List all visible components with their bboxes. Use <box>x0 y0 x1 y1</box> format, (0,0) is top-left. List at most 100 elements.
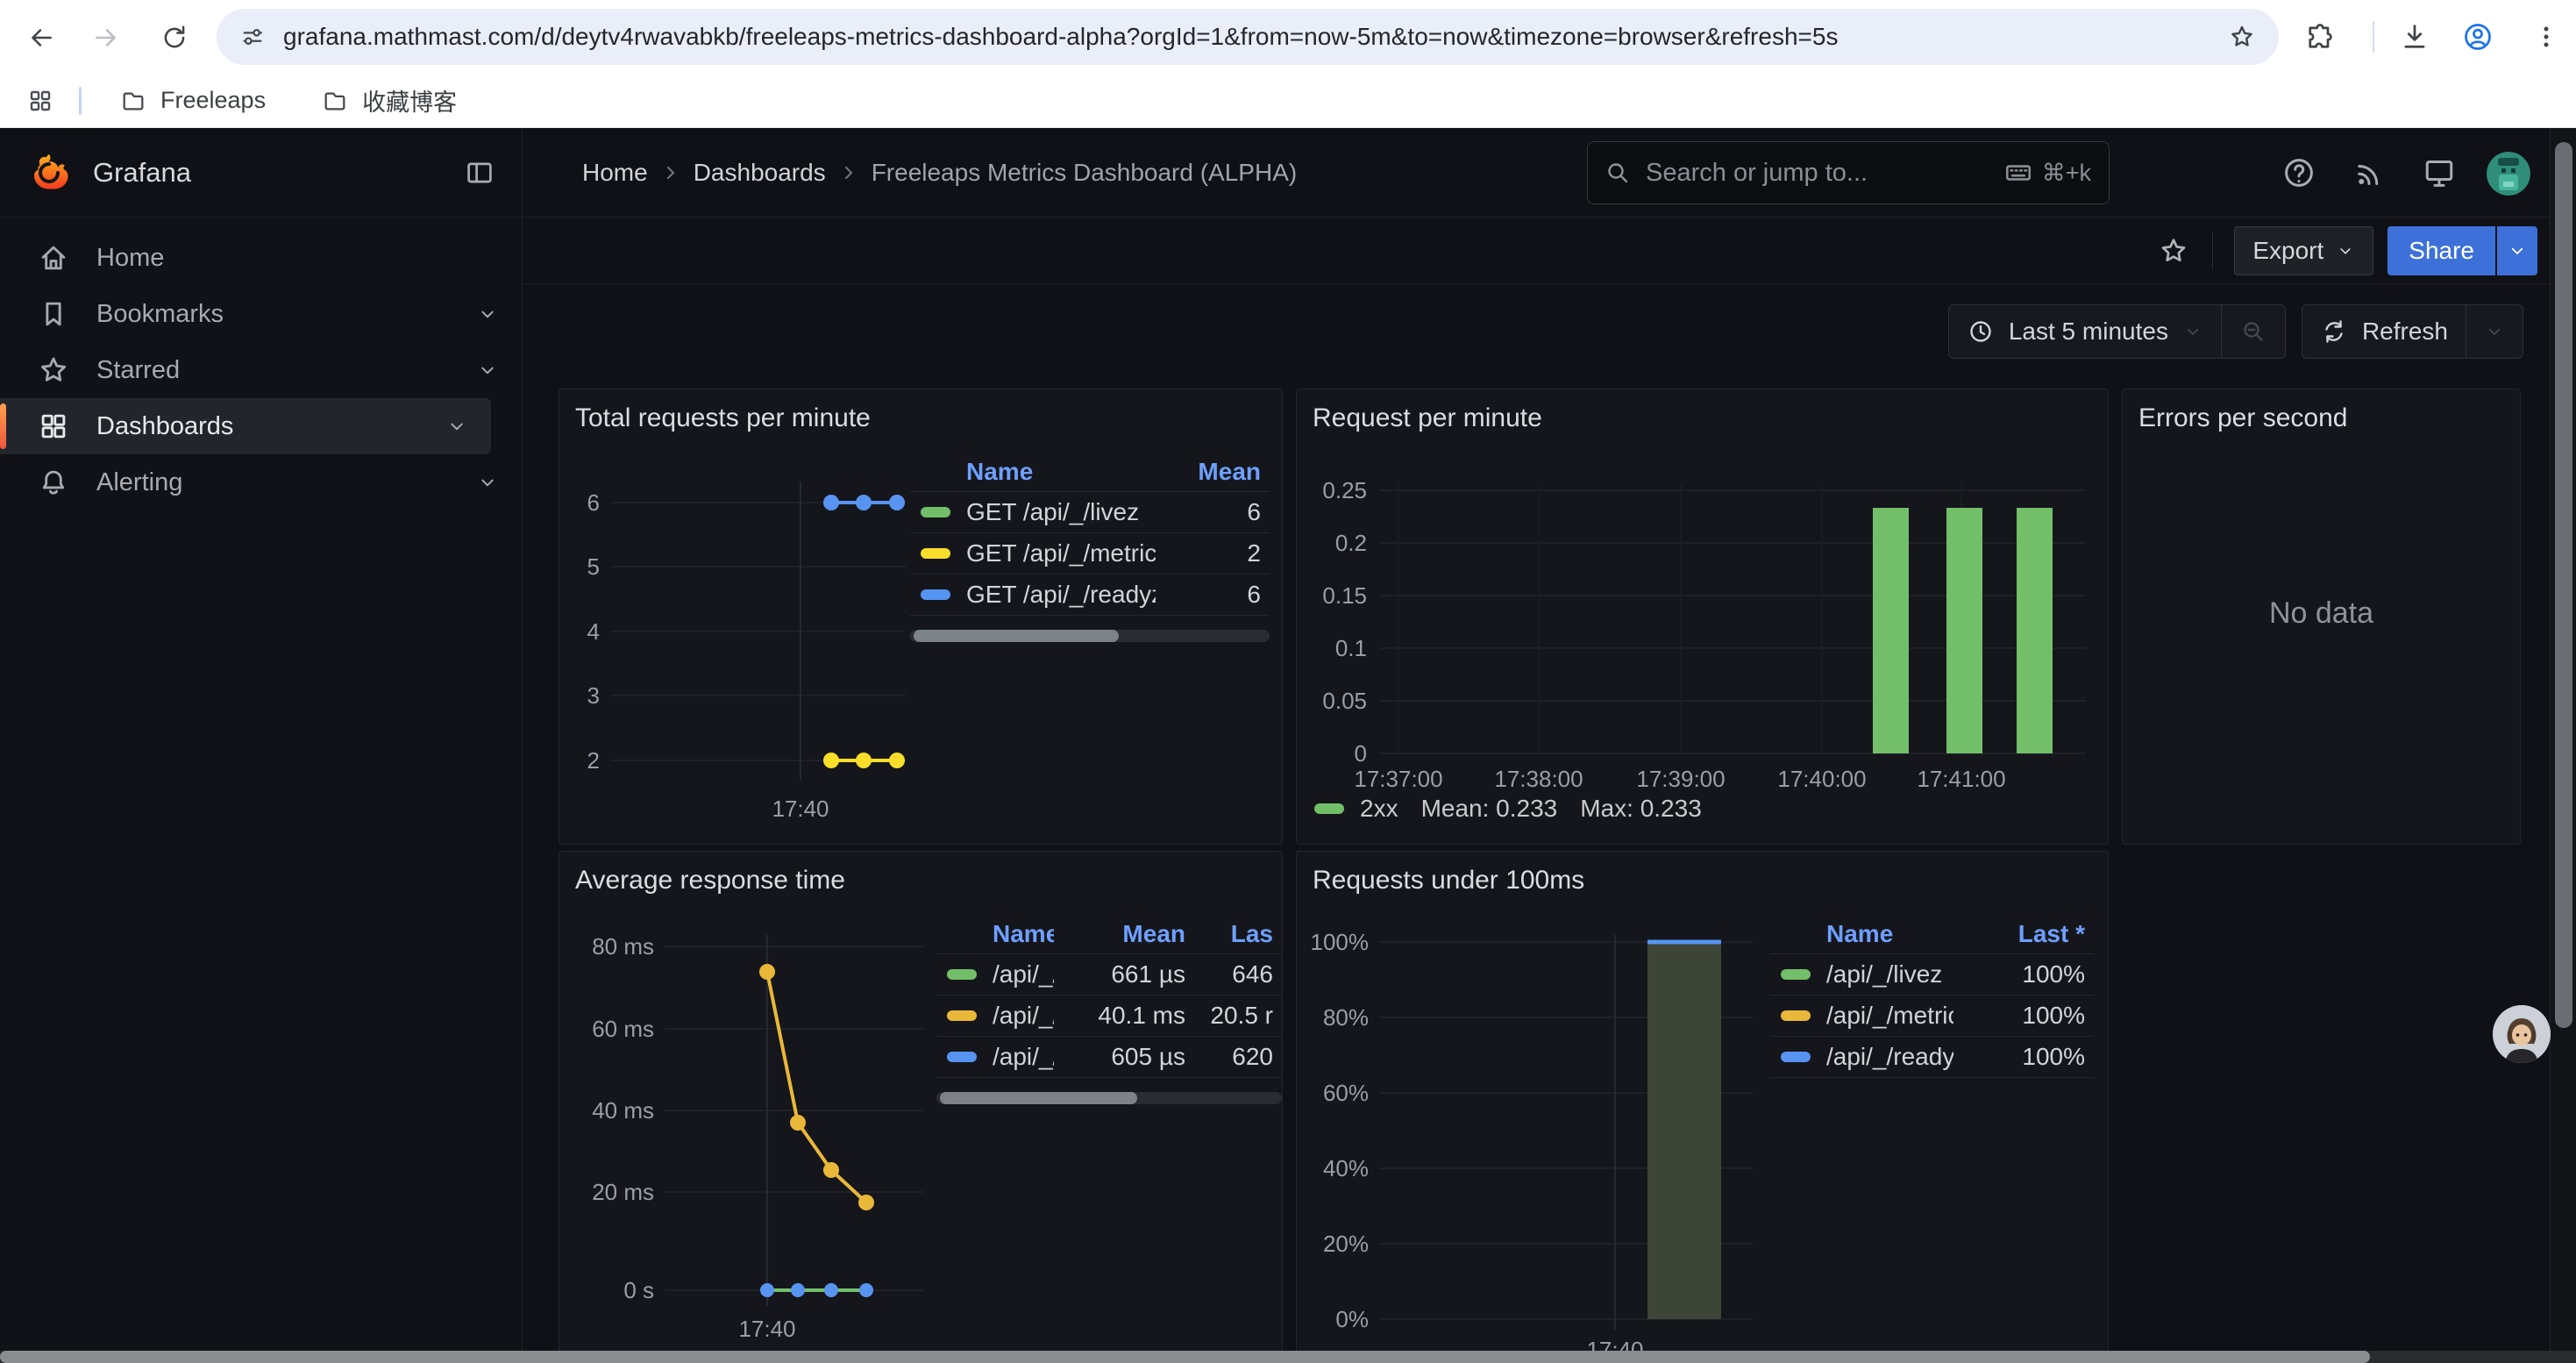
favorite-star-icon[interactable] <box>2158 235 2189 267</box>
floating-assistant-avatar[interactable] <box>2493 1005 2551 1063</box>
refresh-group: Refresh <box>2302 304 2523 359</box>
chevron-down-icon[interactable] <box>476 471 499 494</box>
help-icon[interactable] <box>2281 155 2316 190</box>
chevron-down-icon[interactable] <box>476 359 499 382</box>
refresh-interval-dropdown[interactable] <box>2466 305 2523 358</box>
search-input[interactable]: Search or jump to... ⌘+k <box>1587 141 2110 204</box>
sidebar-item-alerting[interactable]: Alerting <box>0 454 522 510</box>
series-swatch <box>921 548 950 559</box>
legend-row[interactable]: /api/_/metrics 40.1 ms 20.5 r <box>936 995 1282 1036</box>
sidebar: Home Bookmarks Starred Dashbo <box>0 218 523 1363</box>
legend-row[interactable]: GET /api/_/readyz 6 <box>910 574 1270 615</box>
sidebar-item-dashboards[interactable]: Dashboards <box>0 398 491 454</box>
share-button[interactable]: Share <box>2387 226 2495 275</box>
bookmark-folder-freeleaps[interactable]: Freeleaps <box>104 80 281 121</box>
search-placeholder: Search or jump to... <box>1646 159 2003 188</box>
legend-row[interactable]: /api/_/livez 661 µs 646 <box>936 953 1282 995</box>
news-rss-icon[interactable] <box>2352 155 2387 190</box>
chevron-down-icon[interactable] <box>445 415 468 438</box>
breadcrumb-dashboards[interactable]: Dashboards <box>694 159 826 187</box>
legend-header-name[interactable]: Name <box>966 458 1156 486</box>
legend-header-mean[interactable]: Mean <box>1156 458 1261 486</box>
series-mean: 40.1 ms <box>1054 1002 1185 1030</box>
vertical-scrollbar[interactable] <box>2550 128 2576 1351</box>
url-text[interactable]: grafana.mathmast.com/d/deytv4rwavabkb/fr… <box>283 23 2228 51</box>
horizontal-scrollbar[interactable] <box>0 1351 2576 1363</box>
legend-row[interactable]: GET /api/_/livez 6 <box>910 491 1270 532</box>
dock-menu-icon[interactable] <box>464 157 495 189</box>
user-avatar[interactable] <box>2487 152 2530 196</box>
legend-scrollbar[interactable] <box>910 630 1270 642</box>
sidebar-item-bookmarks[interactable]: Bookmarks <box>0 286 522 342</box>
profile-icon[interactable] <box>2462 21 2494 53</box>
search-shortcut: ⌘+k <box>2042 160 2091 187</box>
legend-header-last[interactable]: Las <box>1185 920 1273 948</box>
series-name: 2xx <box>1360 795 1398 823</box>
sidebar-item-home[interactable]: Home <box>0 230 522 286</box>
legend-row[interactable]: /api/_/metrics 100% <box>1770 995 2094 1036</box>
scrollbar-thumb[interactable] <box>0 1351 2370 1363</box>
address-bar[interactable]: grafana.mathmast.com/d/deytv4rwavabkb/fr… <box>217 9 2279 65</box>
y-tick: 0.05 <box>1297 687 1367 715</box>
dashboard-content: Export Share Last 5 minutes <box>523 218 2576 1363</box>
folder-icon <box>322 88 348 114</box>
series-swatch <box>921 589 950 600</box>
legend-header: Name Mean Las <box>936 915 1282 953</box>
refresh-button-label: Refresh <box>2362 318 2448 346</box>
chevron-down-icon[interactable] <box>476 303 499 325</box>
no-data-message: No data <box>2123 596 2520 631</box>
site-settings-icon[interactable] <box>239 24 266 50</box>
zoom-out-button[interactable] <box>2222 305 2285 358</box>
breadcrumb-home[interactable]: Home <box>582 159 648 187</box>
legend-header-name[interactable]: Name <box>1826 920 1953 948</box>
legend-item-2xx[interactable]: 2xx <box>1314 795 1398 823</box>
legend-row[interactable]: /api/_/readyz 100% <box>1770 1036 2094 1077</box>
export-button[interactable]: Export <box>2234 226 2373 275</box>
refresh-button[interactable]: Refresh <box>2302 305 2466 358</box>
browser-toolbar: grafana.mathmast.com/d/deytv4rwavabkb/fr… <box>0 0 2576 74</box>
sidebar-item-starred[interactable]: Starred <box>0 342 522 398</box>
legend-header-last[interactable]: Last * <box>1953 920 2085 948</box>
extensions-icon[interactable] <box>2304 21 2336 53</box>
series-last: 646 <box>1185 960 1273 988</box>
kiosk-monitor-icon[interactable] <box>2422 155 2457 190</box>
downloads-icon[interactable] <box>2399 21 2430 53</box>
scrollbar-thumb[interactable] <box>940 1092 1137 1104</box>
panel-title[interactable]: Errors per second <box>2138 403 2347 433</box>
share-button-label: Share <box>2409 237 2474 265</box>
series-swatch <box>947 1010 977 1021</box>
browser-forward-icon[interactable] <box>91 23 121 53</box>
legend-scrollbar[interactable] <box>936 1092 1282 1104</box>
apps-grid-icon[interactable] <box>26 87 54 115</box>
browser-back-icon[interactable] <box>26 23 56 53</box>
series-swatch <box>1781 1010 1811 1021</box>
x-tick: 17:37:00 <box>1337 765 1460 793</box>
bookmark-folder-blogs[interactable]: 收藏博客 <box>306 76 473 125</box>
series-swatch <box>1314 803 1344 814</box>
browser-menu-icon[interactable] <box>2530 21 2562 53</box>
bookmark-folder-label: 收藏博客 <box>362 83 457 118</box>
legend-header-name[interactable]: Name <box>993 920 1054 948</box>
browser-reload-icon[interactable] <box>160 23 189 53</box>
scrollbar-thumb[interactable] <box>2555 142 2572 1028</box>
legend-row[interactable]: GET /api/_/metrics 2 <box>910 532 1270 574</box>
bookmark-star-icon[interactable] <box>2228 23 2256 51</box>
scrollbar-thumb[interactable] <box>914 630 1119 642</box>
series-name: /api/_/readyz <box>1826 1043 1953 1071</box>
legend-row[interactable]: /api/_/readyz 605 µs 620 <box>936 1036 1282 1077</box>
y-tick: 80 ms <box>559 932 654 960</box>
legend-header-mean[interactable]: Mean <box>1054 920 1185 948</box>
time-range-picker[interactable]: Last 5 minutes <box>1949 305 2221 358</box>
share-dropdown-button[interactable] <box>2497 226 2537 275</box>
topnav-brand-area: Grafana <box>0 128 523 217</box>
legend-row[interactable]: /api/_/livez 100% <box>1770 953 2094 995</box>
x-tick: 17:40 <box>757 795 844 823</box>
grafana-app: Grafana Home Dashboards Freeleaps Metric… <box>0 128 2576 1363</box>
panel-total-requests: Total requests per minute <box>559 389 1283 845</box>
grafana-logo-icon[interactable] <box>28 152 70 194</box>
series-name: GET /api/_/readyz <box>966 581 1156 609</box>
grafana-topnav: Grafana Home Dashboards Freeleaps Metric… <box>0 128 2576 218</box>
y-tick: 3 <box>559 682 600 710</box>
breadcrumb-current: Freeleaps Metrics Dashboard (ALPHA) <box>872 159 1298 187</box>
legend-table: Name Mean GET /api/_/livez 6 <box>910 453 1270 642</box>
